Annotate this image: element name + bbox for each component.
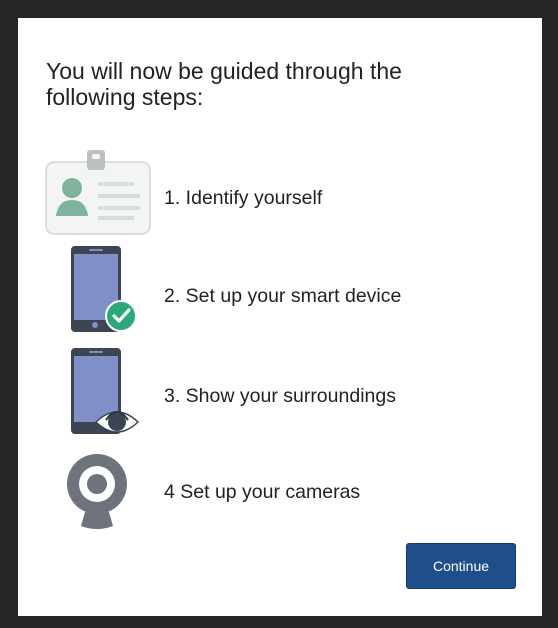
phone-eye-icon — [44, 348, 156, 444]
webcam-icon — [44, 448, 156, 544]
step-identify: 1. Identify yourself — [44, 150, 514, 246]
guided-steps-dialog: You will now be guided through the follo… — [18, 18, 542, 616]
step-label: 4 Set up your cameras — [164, 481, 361, 503]
id-card-icon — [44, 150, 156, 246]
step-label: 3. Show your surroundings — [164, 385, 396, 407]
continue-button[interactable]: Continue — [406, 543, 516, 589]
step-smart-device: 2. Set up your smart device — [44, 246, 514, 342]
phone-check-icon — [44, 246, 156, 342]
step-label: 2. Set up your smart device — [164, 285, 402, 307]
step-surroundings: 3. Show your surroundings — [44, 348, 514, 444]
step-cameras: 4 Set up your cameras — [44, 448, 514, 544]
window-frame: You will now be guided through the follo… — [0, 0, 558, 628]
dialog-heading: You will now be guided through the follo… — [46, 58, 402, 110]
step-label: 1. Identify yourself — [164, 187, 323, 209]
